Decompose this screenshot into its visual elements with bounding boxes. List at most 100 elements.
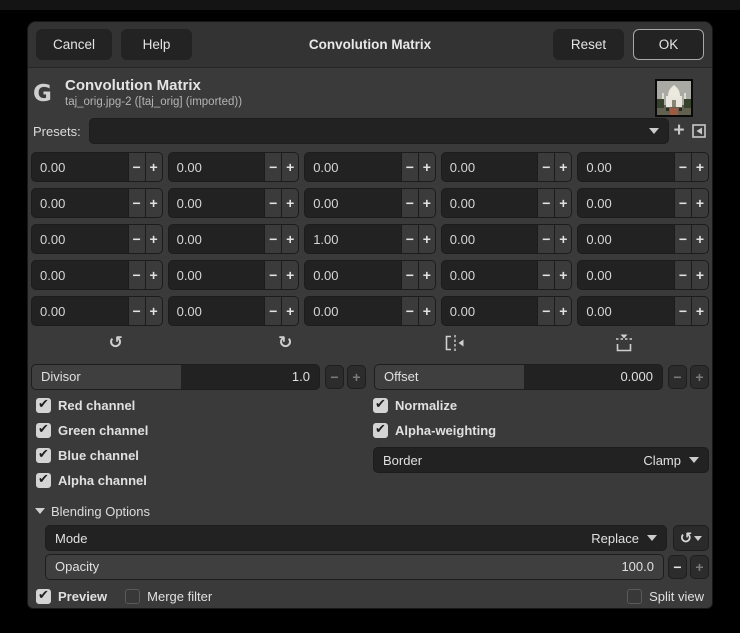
matrix-cell-increment-button[interactable] xyxy=(144,153,162,181)
checkbox[interactable] xyxy=(36,472,51,488)
preview-toggle[interactable]: Preview xyxy=(36,588,107,604)
rotate-left-button[interactable] xyxy=(31,333,201,353)
matrix-cell-input[interactable]: 0.00 xyxy=(305,261,401,289)
matrix-cell-input[interactable]: 0.00 xyxy=(305,189,401,217)
cancel-button[interactable]: Cancel xyxy=(36,29,113,60)
matrix-cell-decrement-button[interactable] xyxy=(673,225,691,253)
border-select[interactable]: Border Clamp xyxy=(373,447,709,473)
offset-increment-button[interactable] xyxy=(690,365,709,389)
matrix-cell-input[interactable]: 0.00 xyxy=(305,297,401,325)
matrix-cell-increment-button[interactable] xyxy=(690,153,708,181)
matrix-cell-decrement-button[interactable] xyxy=(537,297,555,325)
matrix-cell-increment-button[interactable] xyxy=(690,261,708,289)
checkbox[interactable] xyxy=(36,422,51,438)
matrix-cell-increment-button[interactable] xyxy=(281,225,299,253)
matrix-cell-input[interactable]: 0.00 xyxy=(169,225,265,253)
option-toggle[interactable]: Blue channel xyxy=(36,447,373,464)
mode-select[interactable]: Mode Replace xyxy=(45,525,667,551)
matrix-cell-input[interactable]: 0.00 xyxy=(442,189,538,217)
matrix-cell-decrement-button[interactable] xyxy=(673,297,691,325)
checkbox[interactable] xyxy=(373,422,388,438)
matrix-cell-increment-button[interactable] xyxy=(281,261,299,289)
matrix-cell-decrement-button[interactable] xyxy=(127,225,145,253)
opacity-increment-button[interactable] xyxy=(690,555,709,579)
matrix-cell-increment-button[interactable] xyxy=(417,225,435,253)
matrix-cell-increment-button[interactable] xyxy=(417,261,435,289)
matrix-cell-increment-button[interactable] xyxy=(417,297,435,325)
ok-button[interactable]: OK xyxy=(633,29,704,60)
opacity-slider[interactable]: Opacity 100.0 xyxy=(45,554,664,580)
matrix-cell-decrement-button[interactable] xyxy=(673,261,691,289)
matrix-cell-increment-button[interactable] xyxy=(417,153,435,181)
matrix-cell-decrement-button[interactable] xyxy=(537,261,555,289)
checkbox[interactable] xyxy=(36,447,51,463)
divisor-increment-button[interactable] xyxy=(347,365,366,389)
merge-filter-toggle[interactable]: Merge filter xyxy=(125,588,212,604)
matrix-cell-input[interactable]: 0.00 xyxy=(578,297,674,325)
matrix-cell-input[interactable]: 0.00 xyxy=(169,153,265,181)
matrix-cell-input[interactable]: 0.00 xyxy=(169,297,265,325)
matrix-cell-decrement-button[interactable] xyxy=(264,153,282,181)
matrix-cell-input[interactable]: 0.00 xyxy=(32,153,128,181)
matrix-cell-input[interactable]: 0.00 xyxy=(442,261,538,289)
checkbox[interactable] xyxy=(373,397,388,413)
matrix-cell-input[interactable]: 0.00 xyxy=(32,189,128,217)
matrix-cell-increment-button[interactable] xyxy=(554,189,572,217)
matrix-cell-decrement-button[interactable] xyxy=(400,153,418,181)
matrix-cell-decrement-button[interactable] xyxy=(264,189,282,217)
divisor-decrement-button[interactable] xyxy=(325,365,344,389)
matrix-cell-increment-button[interactable] xyxy=(281,153,299,181)
matrix-cell-decrement-button[interactable] xyxy=(400,261,418,289)
reset-button[interactable]: Reset xyxy=(553,29,624,60)
matrix-cell-increment-button[interactable] xyxy=(144,189,162,217)
matrix-cell-increment-button[interactable] xyxy=(144,225,162,253)
matrix-cell-input[interactable]: 0.00 xyxy=(442,153,538,181)
flip-vertical-button[interactable] xyxy=(540,333,710,353)
option-toggle[interactable]: Green channel xyxy=(36,422,373,439)
matrix-cell-increment-button[interactable] xyxy=(281,189,299,217)
split-view-toggle[interactable]: Split view xyxy=(627,588,704,604)
option-toggle[interactable]: Alpha channel xyxy=(36,472,373,489)
rotate-right-button[interactable] xyxy=(201,333,371,353)
option-toggle[interactable]: Alpha-weighting xyxy=(373,422,709,439)
offset-decrement-button[interactable] xyxy=(668,365,687,389)
matrix-cell-increment-button[interactable] xyxy=(281,297,299,325)
matrix-cell-increment-button[interactable] xyxy=(690,189,708,217)
matrix-cell-decrement-button[interactable] xyxy=(400,225,418,253)
matrix-cell-input[interactable]: 0.00 xyxy=(305,153,401,181)
matrix-cell-decrement-button[interactable] xyxy=(537,153,555,181)
matrix-cell-decrement-button[interactable] xyxy=(673,153,691,181)
matrix-cell-increment-button[interactable] xyxy=(554,297,572,325)
matrix-cell-increment-button[interactable] xyxy=(554,153,572,181)
matrix-cell-decrement-button[interactable] xyxy=(264,297,282,325)
matrix-cell-increment-button[interactable] xyxy=(690,297,708,325)
matrix-cell-input[interactable]: 1.00 xyxy=(305,225,401,253)
checkbox[interactable] xyxy=(36,397,51,413)
matrix-cell-increment-button[interactable] xyxy=(144,261,162,289)
matrix-cell-decrement-button[interactable] xyxy=(127,261,145,289)
matrix-cell-decrement-button[interactable] xyxy=(127,297,145,325)
matrix-cell-input[interactable]: 0.00 xyxy=(578,261,674,289)
option-toggle[interactable]: Normalize xyxy=(373,397,709,414)
mode-group-reset-button[interactable] xyxy=(673,525,709,551)
matrix-cell-increment-button[interactable] xyxy=(690,225,708,253)
preview-checkbox[interactable] xyxy=(36,588,51,604)
help-button[interactable]: Help xyxy=(121,29,193,60)
matrix-cell-decrement-button[interactable] xyxy=(264,225,282,253)
matrix-cell-decrement-button[interactable] xyxy=(127,189,145,217)
matrix-cell-decrement-button[interactable] xyxy=(400,297,418,325)
matrix-cell-input[interactable]: 0.00 xyxy=(578,153,674,181)
matrix-cell-input[interactable]: 0.00 xyxy=(442,297,538,325)
matrix-cell-input[interactable]: 0.00 xyxy=(442,225,538,253)
offset-slider[interactable]: Offset 0.000 xyxy=(374,364,663,390)
matrix-cell-decrement-button[interactable] xyxy=(127,153,145,181)
matrix-cell-decrement-button[interactable] xyxy=(673,189,691,217)
matrix-cell-increment-button[interactable] xyxy=(144,297,162,325)
blending-options-expander[interactable]: Blending Options xyxy=(31,502,709,520)
flip-horizontal-button[interactable] xyxy=(370,333,540,353)
merge-filter-checkbox[interactable] xyxy=(125,588,141,604)
matrix-cell-input[interactable]: 0.00 xyxy=(32,297,128,325)
matrix-cell-decrement-button[interactable] xyxy=(400,189,418,217)
matrix-cell-increment-button[interactable] xyxy=(554,225,572,253)
matrix-cell-decrement-button[interactable] xyxy=(537,225,555,253)
